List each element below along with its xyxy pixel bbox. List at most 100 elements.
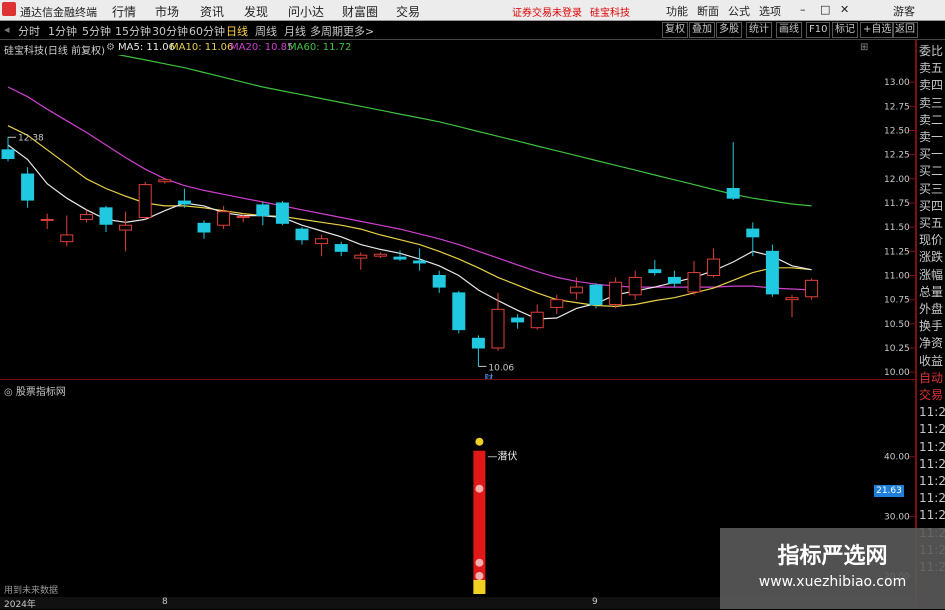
- stock-name-top: 硅宝科技: [590, 8, 630, 19]
- side-panel-item: 总量: [919, 284, 944, 299]
- candle-down: [432, 275, 446, 288]
- candle-down: [275, 202, 289, 224]
- tab-monthly[interactable]: 月线: [284, 23, 306, 39]
- candle-up: [550, 299, 564, 308]
- maximize-icon[interactable]: □: [820, 3, 830, 16]
- panel-divider: [0, 379, 916, 380]
- tab-more[interactable]: 更多>: [343, 23, 374, 39]
- menu-quotes[interactable]: 行情: [112, 3, 136, 20]
- ma5-label: MA5: 11.06: [118, 42, 176, 53]
- tab-daily[interactable]: 日线: [226, 23, 248, 39]
- side-panel-item: 买四: [919, 198, 944, 213]
- menu-section[interactable]: 断面: [697, 3, 719, 19]
- candle-down: [393, 256, 407, 260]
- menu-options[interactable]: 选项: [759, 3, 781, 19]
- y-tick-label: 10.50: [884, 320, 910, 330]
- side-panel-item: 11:2: [919, 422, 945, 437]
- candlestick-chart[interactable]: 13.00 12.75 12.50 12.25 12.00 11.75 11.50 11.25…: [0, 55, 916, 380]
- watermark-title: 指标严选网: [777, 544, 888, 569]
- side-panel-item: 卖二: [919, 112, 944, 127]
- candle-up: [707, 258, 721, 276]
- signal-label: —潜伏: [487, 450, 517, 463]
- candle-up: [217, 211, 231, 226]
- candle-down: [21, 173, 35, 201]
- quote-side-panel: 委比 卖五 卖四 卖三 卖二 卖一 买一 买二 买三 买四 买五 现价 涨跌 涨幅 总量 外盘 换手 净资 收益 自动…: [916, 40, 945, 609]
- y-tick-label: 11.00: [884, 272, 910, 282]
- overlay-button[interactable]: 叠加: [689, 22, 715, 38]
- high-label: 12.38: [18, 133, 44, 143]
- candle-up: [569, 286, 583, 294]
- draw-line-button[interactable]: 画线: [776, 22, 802, 38]
- candle-up: [119, 224, 133, 231]
- candle-down: [746, 228, 760, 238]
- side-panel-item: 买三: [919, 181, 944, 196]
- candle-down: [177, 200, 191, 205]
- tab-30min[interactable]: 30分钟: [152, 23, 188, 39]
- statistics-button[interactable]: 统计: [746, 22, 772, 38]
- candle-down: [667, 276, 681, 284]
- side-panel-item: 11:2: [919, 405, 945, 420]
- menu-wealth[interactable]: 财富圈: [342, 3, 378, 20]
- menu-ask[interactable]: 问小达: [288, 3, 324, 20]
- candle-down: [256, 204, 270, 217]
- login-status[interactable]: 证券交易未登录: [512, 4, 582, 19]
- candle-up: [805, 279, 819, 298]
- app-title: 通达信金融终端: [20, 6, 97, 19]
- candle-up: [530, 311, 544, 329]
- side-panel-item: 11:2: [919, 508, 945, 523]
- tab-15min[interactable]: 15分钟: [115, 23, 151, 39]
- y-tick-label: 10.75: [884, 296, 910, 306]
- adjust-button[interactable]: 复权: [662, 22, 688, 38]
- tab-intraday[interactable]: 分时: [18, 23, 40, 39]
- side-panel-item: 收益: [919, 353, 944, 368]
- side-panel-item[interactable]: 自动: [919, 371, 943, 385]
- y-tick-label: 12.75: [884, 102, 910, 112]
- side-panel-item[interactable]: 交易: [919, 388, 943, 402]
- add-watchlist-button[interactable]: +自选: [860, 22, 895, 38]
- candle-up: [354, 254, 368, 259]
- ma60-label: MA60: 11.72: [288, 42, 352, 53]
- candle-down: [726, 188, 740, 199]
- side-panel-item: 涨跌: [919, 250, 944, 265]
- user-label[interactable]: 游客: [893, 3, 915, 19]
- side-panel-item: 11:2: [919, 439, 945, 454]
- side-panel-item: 外盘: [919, 302, 944, 316]
- signal-bar-base: [473, 580, 486, 594]
- menu-trade[interactable]: 交易: [396, 3, 420, 20]
- future-data-note: 用到未来数据: [4, 586, 59, 596]
- settings-gear-icon[interactable]: ⚙: [106, 42, 115, 53]
- f10-button[interactable]: F10: [806, 22, 831, 38]
- close-icon[interactable]: ✕: [840, 3, 849, 16]
- x-label-sep: 9: [592, 597, 598, 607]
- back-button[interactable]: 返回: [892, 22, 918, 38]
- period-prev-icon[interactable]: ◂: [4, 23, 10, 36]
- minimize-icon[interactable]: –: [800, 3, 806, 16]
- menu-formula[interactable]: 公式: [728, 3, 750, 19]
- tab-5min[interactable]: 5分钟: [82, 23, 111, 39]
- menu-discover[interactable]: 发现: [244, 3, 268, 20]
- side-panel-item: 买二: [919, 164, 944, 179]
- ma60-line: [116, 55, 812, 207]
- tab-multi-period[interactable]: 多周期: [310, 23, 343, 39]
- menu-functions[interactable]: 功能: [666, 3, 688, 19]
- candle-down: [765, 250, 779, 295]
- menu-market[interactable]: 市场: [155, 3, 179, 20]
- menu-news[interactable]: 资讯: [200, 3, 224, 20]
- chart-zoom-icon[interactable]: ⊞: [860, 42, 868, 53]
- multi-stock-button[interactable]: 多股: [716, 22, 742, 38]
- y-tick-label: 13.00: [884, 78, 910, 88]
- y-tick-label: 12.00: [884, 175, 910, 185]
- mark-button[interactable]: 标记: [832, 22, 858, 38]
- tab-1min[interactable]: 1分钟: [48, 23, 77, 39]
- candle-down: [295, 228, 309, 241]
- tab-weekly[interactable]: 周线: [255, 23, 277, 39]
- candle-down: [334, 244, 348, 252]
- low-label: 10.06: [488, 363, 514, 373]
- x-label-year: 2024年: [4, 600, 36, 610]
- tab-60min[interactable]: 60分钟: [189, 23, 225, 39]
- side-panel-item: 买一: [919, 147, 944, 162]
- side-panel-item: 换手: [919, 319, 944, 334]
- side-panel-item: 委比: [919, 44, 944, 58]
- app-logo-icon: [2, 2, 16, 16]
- side-panel-item: 买五: [919, 216, 944, 230]
